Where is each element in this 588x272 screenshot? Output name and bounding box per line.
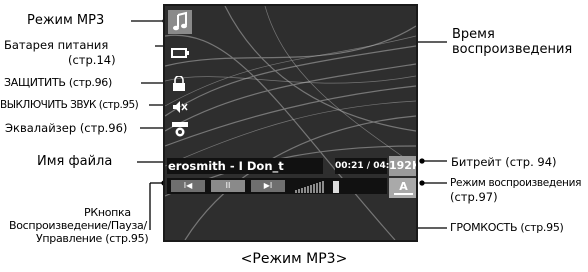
label-buttons-1: РКнопка bbox=[84, 206, 131, 219]
equalizer-icon bbox=[171, 121, 189, 141]
label-mute: ВЫКЛЮЧИТЬ ЗВУК (стр.95) bbox=[0, 99, 139, 111]
prev-button[interactable]: I◀ bbox=[171, 180, 205, 192]
label-playtime-1: Время bbox=[452, 27, 495, 42]
mute-icon bbox=[172, 99, 188, 118]
label-playtime-2: воспроизведения bbox=[452, 42, 573, 57]
label-equalizer: Эквалайзер (стр.96) bbox=[5, 121, 128, 135]
label-buttons-2: Воспроизведение/Пауза/ bbox=[9, 219, 147, 232]
pause-button[interactable]: II bbox=[211, 180, 245, 192]
label-protect: ЗАЩИТИТЬ (стр.96) bbox=[4, 76, 112, 89]
battery-icon bbox=[171, 43, 189, 62]
label-battery: Батарея питания bbox=[4, 38, 109, 52]
label-playmode-page: (стр.97) bbox=[450, 190, 498, 204]
playtime-display: 00:21 / 04:56 bbox=[335, 158, 402, 174]
next-button[interactable]: ▶I bbox=[251, 180, 285, 192]
play-mode-underline bbox=[394, 193, 413, 195]
screen-background bbox=[165, 6, 416, 240]
player-screen: erosmith - I Don_t 00:21 / 04:56 192K I◀… bbox=[163, 4, 418, 242]
lock-icon bbox=[172, 75, 186, 96]
play-mode-display: A bbox=[389, 178, 416, 198]
label-filename: Имя файла bbox=[37, 154, 113, 169]
figure-caption: <Режим MP3> bbox=[240, 251, 348, 267]
play-mode-letter: A bbox=[399, 180, 408, 193]
label-buttons-3: Управление (стр.95) bbox=[36, 232, 149, 245]
label-bitrate: Битрейт (стр. 94) bbox=[451, 155, 557, 169]
label-volume: ГРОМКОСТЬ (стр.95) bbox=[450, 221, 564, 234]
volume-bars[interactable] bbox=[295, 179, 341, 193]
label-playmode: Режим воспроизведения bbox=[450, 177, 582, 189]
label-mp3-mode: Режим MP3 bbox=[27, 13, 105, 28]
control-bar: I◀ II ▶I bbox=[167, 178, 387, 194]
music-note-icon bbox=[168, 10, 192, 34]
filename-display: erosmith - I Don_t bbox=[167, 158, 323, 174]
bitrate-display: 192K bbox=[389, 156, 416, 176]
label-battery-page: (стр.14) bbox=[68, 53, 116, 67]
